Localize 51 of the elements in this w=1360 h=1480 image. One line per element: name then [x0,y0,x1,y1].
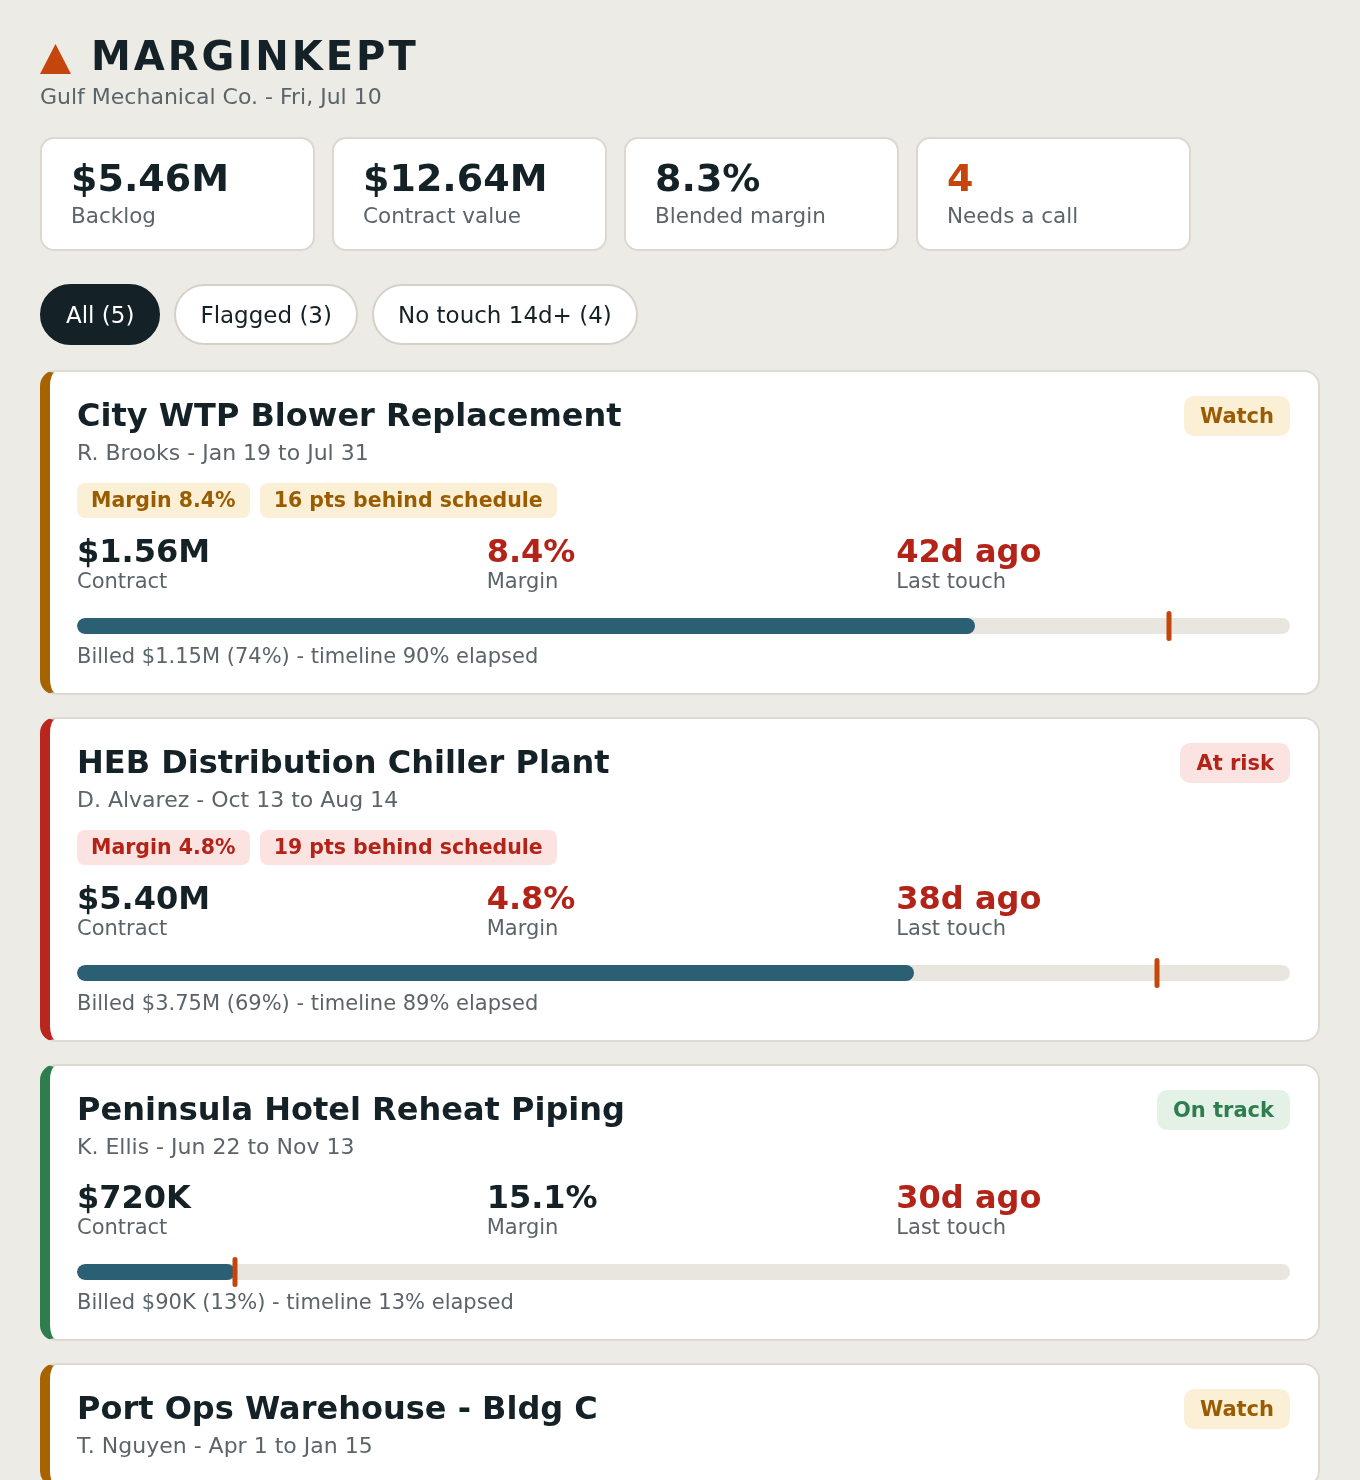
kpi-value: $12.64M [363,156,548,200]
app-name: MARGINKEPT [91,32,419,80]
issue-tag: 16 pts behind schedule [259,483,557,518]
metric-label: Contract [77,568,168,594]
issue-tag: Margin 4.8% [77,830,250,865]
metric-label: Last touch [896,1215,1006,1240]
status-badge: Watch [1183,1389,1290,1429]
metric-value: $1.56M [77,532,211,570]
billing-caption: Billed $1.15M (74%) - timeline 90% elapsed [77,643,539,670]
metric-value: 15.1% [486,1178,598,1216]
issue-tag: Margin 8.4% [77,483,250,518]
metric-label: Contract [77,1214,168,1240]
metric-value: 42d ago [896,532,1042,570]
triangle-logo-icon [40,44,71,74]
metric-label: Margin [486,1214,559,1240]
metric-value: 4.8% [486,879,576,917]
kpi-value: 8.3% [655,156,761,200]
project-title: City WTP Blower Replacement [77,395,622,436]
billing-caption: Billed $3.75M (69%) - timeline 89% elapsed [77,990,539,1017]
issue-tag: 19 pts behind schedule [259,830,557,865]
filter-tab[interactable]: No touch 14d+ (4) [371,284,638,345]
metric-label: Last touch [896,569,1006,594]
company-date-subtitle: Gulf Mechanical Co. - Fri, Jul 10 [40,83,382,111]
metric-label: Contract [77,915,168,941]
metric-label: Margin [486,568,559,594]
status-badge: Watch [1183,396,1290,436]
project-title: HEB Distribution Chiller Plant [77,742,610,783]
metric-value: 38d ago [896,879,1042,917]
kpi-label: Blended margin [655,202,826,230]
project-subtitle: D. Alvarez - Oct 13 to Aug 14 [77,786,399,814]
project-subtitle: T. Nguyen - Apr 1 to Jan 15 [77,1432,373,1460]
filter-tab[interactable]: All (5) [40,284,161,345]
project-title: Port Ops Warehouse - Bldg C [77,1388,598,1429]
kpi-value: $5.46M [71,156,229,200]
project-title: Peninsula Hotel Reheat Piping [77,1089,625,1130]
metric-value: 30d ago [896,1178,1042,1216]
metric-value: $5.40M [77,879,211,917]
kpi-label: Contract value [363,202,522,230]
metric-value: $720K [77,1178,191,1216]
metric-label: Margin [486,915,559,941]
metric-label: Last touch [896,916,1006,941]
kpi-value: 4 [947,156,974,200]
filter-tab[interactable]: Flagged (3) [174,284,358,345]
status-badge: On track [1156,1090,1290,1130]
kpi-label: Needs a call [947,202,1079,230]
kpi-label: Backlog [71,202,156,230]
metric-value: 8.4% [486,532,576,570]
status-badge: At risk [1180,743,1290,783]
billing-caption: Billed $90K (13%) - timeline 13% elapsed [77,1289,514,1316]
project-subtitle: K. Ellis - Jun 22 to Nov 13 [77,1133,355,1161]
project-subtitle: R. Brooks - Jan 19 to Jul 31 [77,439,369,467]
